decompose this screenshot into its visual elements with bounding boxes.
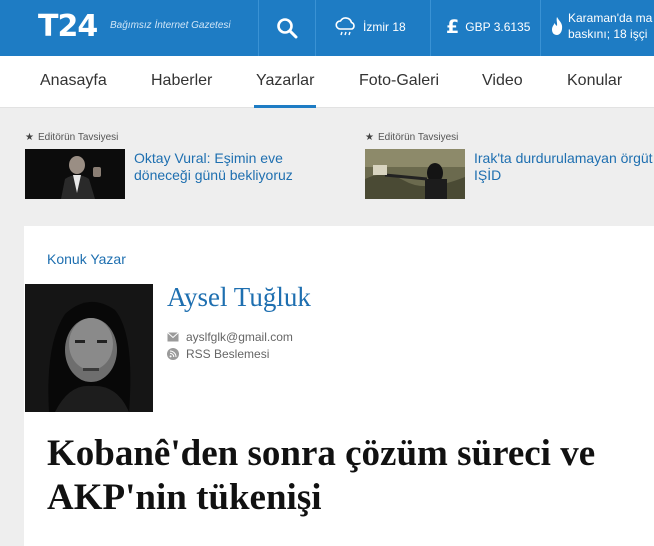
breaking-news-line: baskını; 18 işçi bbox=[568, 27, 648, 41]
rss-feed-row[interactable]: RSS Beslemesi bbox=[167, 345, 293, 362]
nav-item-yazarlar[interactable]: Yazarlar bbox=[256, 72, 314, 90]
currency-text: GBP 3.6135 bbox=[465, 20, 531, 34]
rss-icon bbox=[167, 347, 179, 360]
star-icon: ★ bbox=[365, 131, 374, 143]
author-contact: ayslfglk@gmail.com RSS Beslemesi bbox=[167, 328, 293, 362]
nav-item-anasayfa[interactable]: Anasayfa bbox=[40, 72, 107, 90]
search-button[interactable] bbox=[259, 0, 315, 56]
divider bbox=[315, 0, 316, 56]
breaking-news-line: Karaman'da ma bbox=[568, 11, 653, 25]
editor-pick-title-line: döneceği günü bekliyoruz bbox=[134, 167, 293, 183]
editor-pick-label: Editörün Tavsiyesi bbox=[37, 131, 119, 143]
weather-widget[interactable]: İzmir 18 bbox=[334, 14, 406, 40]
breaking-news[interactable]: Karaman'da ma baskını; 18 işçi bbox=[550, 10, 654, 42]
rss-label: RSS Beslemesi bbox=[186, 346, 270, 361]
star-icon: ★ bbox=[25, 131, 34, 143]
search-icon bbox=[277, 18, 298, 39]
divider bbox=[430, 0, 431, 56]
flame-icon bbox=[552, 17, 563, 35]
editor-pick-card[interactable]: ★ Editörün Tavsiyesi Irak'ta durdurulama… bbox=[365, 130, 654, 199]
main-nav: Anasayfa Haberler Yazarlar Foto-Galeri V… bbox=[0, 56, 654, 108]
editor-pick-card[interactable]: ★ Editörün Tavsiyesi Oktay Vural: Eşimin… bbox=[25, 130, 345, 199]
author-email: ayslfglk@gmail.com bbox=[186, 329, 293, 344]
article-card: Konuk Yazar Aysel Tuğluk ayslfglk@gmail.… bbox=[24, 226, 654, 546]
author-portrait bbox=[25, 284, 153, 412]
nav-item-konular[interactable]: Konular bbox=[567, 72, 622, 90]
editor-pick-title-line: Oktay Vural: Eşimin eve bbox=[134, 150, 283, 166]
editor-pick-title-line: Irak'ta durdurulamayan örgüt bbox=[474, 150, 653, 166]
pound-icon: £ bbox=[446, 16, 460, 38]
editor-pick-title-line: IŞİD bbox=[474, 167, 502, 183]
weather-text: İzmir 18 bbox=[363, 20, 406, 34]
divider bbox=[540, 0, 541, 56]
site-logo[interactable]: T24 bbox=[38, 9, 98, 44]
cloud-rain-icon bbox=[335, 17, 355, 36]
article-headline: Kobanê'den sonra çözüm süreci ve AKP'nin… bbox=[47, 432, 647, 520]
active-nav-indicator bbox=[254, 105, 316, 108]
editor-pick-thumbnail[interactable] bbox=[365, 149, 465, 199]
editor-pick-title[interactable]: Irak'ta durdurulamayan örgüt IŞİD bbox=[474, 150, 653, 184]
nav-item-video[interactable]: Video bbox=[482, 72, 523, 90]
author-email-row[interactable]: ayslfglk@gmail.com bbox=[167, 328, 293, 345]
nav-item-foto-galeri[interactable]: Foto-Galeri bbox=[359, 72, 439, 90]
envelope-icon bbox=[167, 331, 179, 341]
nav-item-haberler[interactable]: Haberler bbox=[151, 72, 212, 90]
headline-line: Kobanê'den sonra çözüm süreci ve bbox=[47, 433, 596, 474]
top-bar: T24 Bağımsız İnternet Gazetesi İzmir 18 … bbox=[0, 0, 654, 56]
editor-pick-thumbnail[interactable] bbox=[25, 149, 125, 199]
site-tagline: Bağımsız İnternet Gazetesi bbox=[110, 20, 231, 31]
headline-line: AKP'nin tükenişi bbox=[47, 477, 322, 518]
section-label[interactable]: Konuk Yazar bbox=[47, 251, 126, 267]
author-name[interactable]: Aysel Tuğluk bbox=[167, 282, 311, 313]
editor-pick-label: Editörün Tavsiyesi bbox=[377, 131, 459, 143]
editor-pick-title[interactable]: Oktay Vural: Eşimin eve döneceği günü be… bbox=[134, 150, 293, 184]
currency-widget[interactable]: £ GBP 3.6135 bbox=[446, 14, 530, 40]
